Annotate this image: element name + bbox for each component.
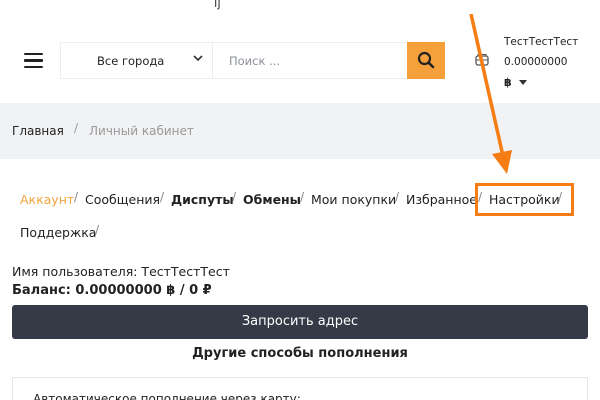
top-glyph: ıʃ <box>214 0 222 10</box>
search-button[interactable] <box>407 42 445 79</box>
tab-my-purchases[interactable]: Мои покупки <box>311 192 396 207</box>
other-methods-title: Другие способы пополнения <box>192 346 408 361</box>
caret-down-icon <box>519 80 527 85</box>
tab-separator: / <box>160 190 165 204</box>
breadcrumb-separator: / <box>74 121 79 135</box>
city-select[interactable]: Все города <box>61 43 213 78</box>
tab-account[interactable]: Аккаунт <box>20 192 74 207</box>
tab-separator: / <box>395 190 400 204</box>
search-input[interactable]: Поиск ... <box>229 54 280 68</box>
request-address-button[interactable]: Запросить адрес <box>12 305 588 339</box>
search-icon <box>417 51 435 69</box>
tab-separator: / <box>74 190 79 204</box>
tab-separator: / <box>232 190 237 204</box>
tab-support[interactable]: Поддержка <box>20 225 96 240</box>
tab-disputes[interactable]: Диспуты <box>171 192 234 207</box>
annotation-arrow <box>469 14 512 174</box>
breadcrumb-current: Личный кабинет <box>89 124 194 138</box>
card-topup-text: Автоматическое пополнение через карту: <box>33 392 301 400</box>
tab-exchanges[interactable]: Обмены <box>243 192 301 207</box>
username-line: Имя пользователя: ТестТестТест <box>12 264 230 279</box>
tab-favorites[interactable]: Избранное <box>406 192 477 207</box>
menu-icon[interactable] <box>24 53 43 69</box>
tab-separator: / <box>300 190 305 204</box>
tab-messages[interactable]: Сообщения <box>85 192 160 207</box>
chevron-down-icon <box>193 55 203 62</box>
tab-separator: / <box>95 223 100 237</box>
annotation-highlight-box <box>475 183 574 216</box>
balance-line: Баланс: 0.00000000 ฿ / 0 ₽ <box>12 283 212 298</box>
search-bar: Все города Поиск ... <box>60 42 445 79</box>
breadcrumb-home[interactable]: Главная <box>12 124 64 138</box>
city-select-label: Все города <box>97 54 165 68</box>
card-topup-panel: Автоматическое пополнение через карту: <box>12 377 588 400</box>
